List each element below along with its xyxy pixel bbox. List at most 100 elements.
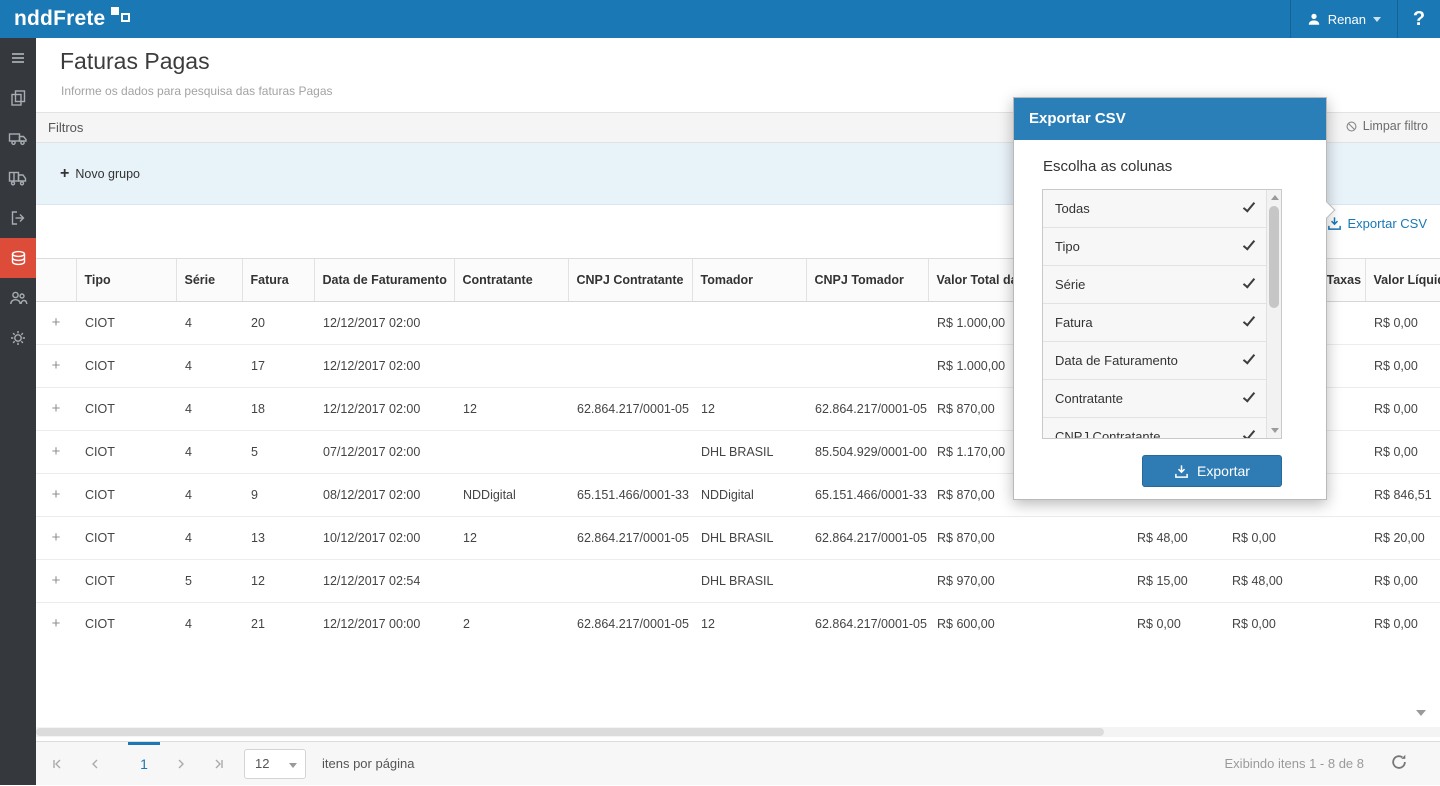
export-csv-modal: Exportar CSV Escolha as colunas Todas Tip…	[1013, 97, 1336, 500]
export-column-option[interactable]: Contratante	[1043, 380, 1266, 418]
export-column-option[interactable]: Fatura	[1043, 304, 1266, 342]
app-logo[interactable]: nddFrete	[14, 4, 130, 34]
page-size-select[interactable]: 12	[244, 749, 306, 779]
table-cell: 12	[242, 559, 314, 603]
menu-icon	[12, 53, 24, 63]
column-header-6[interactable]: Tomador	[691, 259, 806, 302]
export-button[interactable]: Exportar	[1142, 455, 1282, 487]
row-expand-icon[interactable]: +	[52, 486, 61, 503]
table-cell	[568, 559, 692, 603]
row-expand-icon[interactable]: +	[52, 357, 61, 374]
download-icon	[1175, 464, 1188, 478]
logo-square-outline-icon	[121, 13, 130, 22]
sidebar-item-users[interactable]	[0, 278, 36, 318]
help-button[interactable]: ?	[1398, 0, 1440, 38]
column-header-0[interactable]: Tipo	[75, 259, 176, 302]
sidebar-item-settings[interactable]	[0, 318, 36, 358]
table-row[interactable]: + CIOT 5 12 12/12/2017 02:54 DHL BRASIL R$ 970…	[36, 559, 1440, 603]
previous-page-icon	[92, 759, 98, 769]
table-cell: CIOT	[76, 473, 176, 517]
row-expand-icon[interactable]: +	[52, 443, 61, 460]
first-page-button[interactable]	[46, 754, 68, 774]
column-header-12[interactable]: Valor Líquido	[1364, 259, 1440, 302]
table-cell	[568, 430, 692, 474]
sidebar-item-billing[interactable]	[0, 238, 36, 278]
refresh-button[interactable]	[1390, 753, 1412, 775]
table-cell: 07/12/2017 02:00	[314, 430, 454, 474]
table-row[interactable]: + CIOT 4 13 10/12/2017 02:00 12 62.864.217/000…	[36, 516, 1440, 560]
check-icon	[1242, 389, 1256, 403]
table-cell	[568, 301, 692, 345]
sidebar-item-menu[interactable]	[0, 38, 36, 78]
plus-icon: +	[60, 165, 70, 182]
table-cell: 20	[242, 301, 314, 345]
table-cell: 12	[692, 387, 806, 431]
new-group-button[interactable]: + Novo grupo	[60, 165, 140, 182]
export-csv-link[interactable]: Exportar CSV	[1327, 216, 1427, 231]
scroll-down-indicator[interactable]	[1416, 710, 1426, 716]
export-column-option[interactable]: Todas	[1043, 190, 1266, 228]
column-header-1[interactable]: Série	[175, 259, 242, 302]
table-cell: CIOT	[76, 430, 176, 474]
sidebar-item-documents[interactable]	[0, 78, 36, 118]
row-expand-icon[interactable]: +	[52, 314, 61, 331]
user-menu[interactable]: Renan	[1289, 0, 1398, 38]
delivery-truck-icon	[8, 171, 27, 186]
page-size-value: 12	[255, 756, 270, 771]
row-expand-icon[interactable]: +	[52, 400, 61, 417]
logo-square-solid-icon	[111, 7, 119, 15]
table-cell: R$ 0,00	[1365, 602, 1440, 644]
scroll-up-arrow-icon[interactable]	[1271, 195, 1279, 200]
scrollbar-thumb[interactable]	[1269, 206, 1279, 308]
column-header-4[interactable]: Contratante	[453, 259, 568, 302]
table-row[interactable]: + CIOT 4 21 12/12/2017 00:00 2 62.864.217/0001…	[36, 602, 1440, 644]
next-page-button[interactable]	[170, 754, 192, 774]
table-cell: NDDigital	[454, 473, 568, 517]
table-cell: DHL BRASIL	[692, 430, 806, 474]
sidebar-item-truck[interactable]	[0, 118, 36, 158]
table-cell: CIOT	[76, 559, 176, 603]
row-expand-icon[interactable]: +	[52, 572, 61, 589]
table-cell	[454, 559, 568, 603]
export-column-option[interactable]: CNPJ Contratante	[1043, 418, 1266, 438]
table-cell: 12/12/2017 02:00	[314, 301, 454, 345]
column-option-list: Todas Tipo Série Fatura Data de Faturamento C…	[1042, 189, 1282, 439]
sidebar-item-logout[interactable]	[0, 198, 36, 238]
table-cell	[692, 301, 806, 345]
horizontal-scrollbar[interactable]	[36, 727, 1440, 737]
table-cell: 12	[454, 516, 568, 560]
option-label: Data de Faturamento	[1055, 353, 1178, 368]
row-expand-icon[interactable]: +	[52, 529, 61, 546]
row-expand-icon[interactable]: +	[52, 615, 61, 632]
table-cell: R$ 0,00	[1365, 344, 1440, 388]
export-column-option[interactable]: Tipo	[1043, 228, 1266, 266]
last-page-button[interactable]	[208, 754, 230, 774]
horizontal-scrollbar-thumb[interactable]	[36, 728, 1104, 736]
column-header-7[interactable]: CNPJ Tomador	[805, 259, 928, 302]
table-cell: 12/12/2017 02:54	[314, 559, 454, 603]
table-cell: R$ 0,00	[1223, 602, 1318, 644]
table-cell	[454, 344, 568, 388]
table-cell: 4	[176, 344, 242, 388]
table-cell: R$ 870,00	[928, 516, 1128, 560]
column-header-3[interactable]: Data de Faturamento	[313, 259, 454, 302]
table-cell	[1318, 516, 1365, 560]
page-number-button[interactable]: 1	[128, 742, 160, 786]
table-cell	[806, 559, 928, 603]
export-column-option[interactable]: Série	[1043, 266, 1266, 304]
column-header-2[interactable]: Fatura	[241, 259, 314, 302]
table-cell: 21	[242, 602, 314, 644]
coins-icon	[11, 250, 25, 266]
column-header-5[interactable]: CNPJ Contratante	[567, 259, 692, 302]
users-icon	[9, 291, 27, 305]
filters-label: Filtros	[48, 120, 84, 135]
modal-list-scrollbar[interactable]	[1266, 190, 1281, 438]
scroll-down-arrow-icon[interactable]	[1271, 428, 1279, 433]
export-column-option[interactable]: Data de Faturamento	[1043, 342, 1266, 380]
table-cell: R$ 846,51	[1365, 473, 1440, 517]
sidebar-item-delivery[interactable]	[0, 158, 36, 198]
previous-page-button[interactable]	[84, 754, 106, 774]
table-cell: 62.864.217/0001-05	[568, 602, 692, 644]
table-cell: 9	[242, 473, 314, 517]
clear-filter-button[interactable]: Limpar filtro	[1345, 119, 1428, 133]
